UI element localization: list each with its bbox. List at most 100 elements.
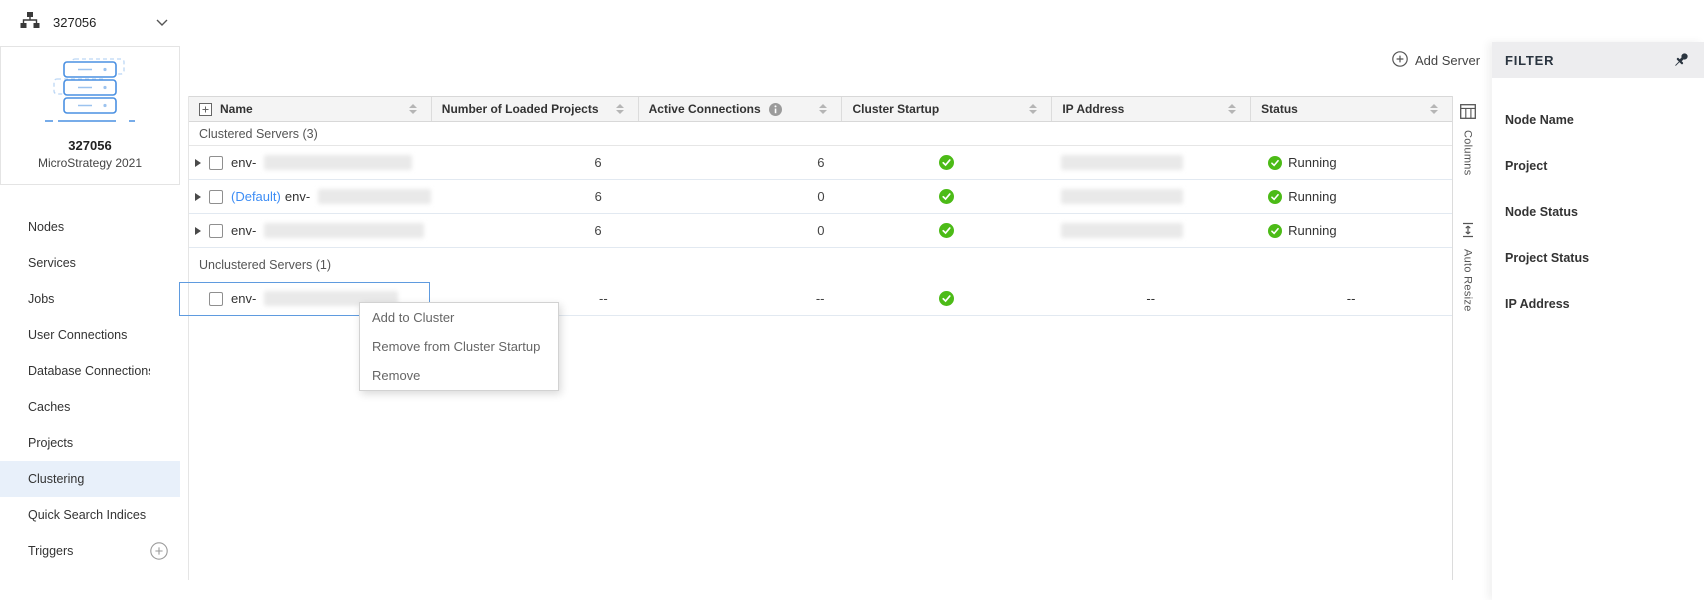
server-name-prefix: env-: [231, 155, 256, 170]
redacted-server-name: [264, 223, 424, 238]
cluster-startup-check-icon: [939, 291, 954, 306]
server-stack-icon: [41, 57, 139, 132]
filter-title: FILTER: [1505, 53, 1554, 68]
status-check-icon: [1268, 190, 1282, 204]
sidebar-item-projects[interactable]: Projects: [0, 425, 180, 461]
expand-all-icon[interactable]: [199, 103, 212, 116]
table-row[interactable]: (Default) env- 6 0 Running: [189, 180, 1452, 214]
loaded-projects-value: 6: [431, 214, 638, 247]
expand-caret-icon[interactable]: [195, 227, 201, 235]
cluster-startup-check-icon: [939, 223, 954, 238]
column-header-loaded-projects[interactable]: Number of Loaded Projects: [431, 97, 638, 121]
sidebar-item-clustering[interactable]: Clustering: [0, 461, 180, 497]
filter-field-node-status[interactable]: Node Status: [1492, 189, 1704, 235]
row-checkbox[interactable]: [209, 292, 223, 306]
add-trigger-button[interactable]: [150, 542, 168, 560]
chevron-down-icon[interactable]: [156, 19, 168, 26]
status-label: Running: [1288, 155, 1336, 170]
expand-caret-icon[interactable]: [195, 159, 201, 167]
status-check-icon: [1268, 156, 1282, 170]
cluster-startup-check-icon: [939, 189, 954, 204]
filter-field-node-name[interactable]: Node Name: [1492, 97, 1704, 143]
sidebar-item-quick-search-indices[interactable]: Quick Search Indices: [0, 497, 180, 533]
loaded-projects-value: 6: [431, 146, 638, 179]
filter-panel-header: FILTER: [1492, 42, 1704, 78]
plus-circle-icon: [1392, 51, 1408, 70]
redacted-server-name: [318, 189, 431, 204]
column-header-status[interactable]: Status: [1250, 97, 1452, 121]
table-row[interactable]: env- 6 0 Running: [189, 214, 1452, 248]
server-title: 327056: [68, 138, 111, 153]
environment-name: 327056: [53, 15, 96, 30]
sidebar-item-user-connections[interactable]: User Connections: [0, 317, 180, 353]
redacted-ip-address: [1061, 223, 1183, 238]
active-connections-value: --: [638, 282, 842, 315]
redacted-ip-address: [1061, 155, 1183, 170]
sort-icon[interactable]: [819, 104, 827, 114]
default-tag: (Default): [231, 189, 281, 204]
ip-address-value: --: [1051, 282, 1250, 315]
filter-field-ip-address[interactable]: IP Address: [1492, 281, 1704, 327]
table-side-toolbar: Columns Auto Resize: [1452, 96, 1482, 580]
sort-icon[interactable]: [409, 104, 417, 114]
sort-icon[interactable]: [616, 104, 624, 114]
filter-panel: FILTER Node Name Project Node Status Pro…: [1492, 42, 1704, 600]
status-label: --: [1250, 282, 1452, 315]
sidebar-item-services[interactable]: Services: [0, 245, 180, 281]
redacted-ip-address: [1061, 189, 1183, 204]
server-name-prefix: env-: [231, 223, 256, 238]
columns-icon: [1460, 104, 1476, 124]
loaded-projects-value: 6: [431, 180, 638, 213]
columns-button[interactable]: Columns: [1453, 104, 1482, 176]
cluster-startup-check-icon: [939, 155, 954, 170]
context-menu-item-remove[interactable]: Remove: [360, 361, 558, 390]
row-checkbox[interactable]: [209, 224, 223, 238]
group-row-unclustered-servers: Unclustered Servers (1): [189, 248, 1452, 282]
column-header-name[interactable]: Name: [189, 97, 431, 121]
column-header-active-connections[interactable]: Active Connections: [638, 97, 842, 121]
app-root: 327056 327056 MicroStrategy 2021 Nodes S…: [0, 0, 1704, 600]
redacted-server-name: [264, 155, 412, 170]
active-connections-value: 6: [638, 146, 842, 179]
sort-icon[interactable]: [1228, 104, 1236, 114]
expand-caret-icon[interactable]: [195, 193, 201, 201]
active-connections-value: 0: [638, 180, 842, 213]
auto-resize-button[interactable]: Auto Resize: [1453, 222, 1482, 312]
status-check-icon: [1268, 224, 1282, 238]
sidebar-item-triggers[interactable]: Triggers: [0, 533, 180, 569]
active-connections-value: 0: [638, 214, 842, 247]
table-header-row: Name Number of Loaded Projects Active Co…: [189, 96, 1452, 122]
server-version: MicroStrategy 2021: [38, 156, 142, 170]
sitemap-icon: [20, 11, 40, 34]
status-label: Running: [1288, 223, 1336, 238]
pin-icon[interactable]: [1672, 51, 1690, 69]
sort-icon[interactable]: [1430, 104, 1438, 114]
sidebar-item-caches[interactable]: Caches: [0, 389, 180, 425]
column-header-cluster-startup[interactable]: Cluster Startup: [841, 97, 1051, 121]
environment-selector[interactable]: 327056: [20, 12, 168, 32]
row-checkbox[interactable]: [209, 190, 223, 204]
filter-field-project-status[interactable]: Project Status: [1492, 235, 1704, 281]
sidebar-nav: Nodes Services Jobs User Connections Dat…: [0, 209, 180, 569]
group-row-clustered-servers: Clustered Servers (3): [189, 122, 1452, 146]
server-name-prefix: env-: [231, 291, 256, 306]
server-name-prefix: env-: [285, 189, 310, 204]
context-menu-item-remove-from-cluster-startup[interactable]: Remove from Cluster Startup: [360, 332, 558, 361]
add-server-button[interactable]: Add Server: [1392, 51, 1480, 70]
context-menu: Add to Cluster Remove from Cluster Start…: [359, 302, 559, 391]
info-icon[interactable]: [769, 103, 782, 116]
context-menu-item-add-to-cluster[interactable]: Add to Cluster: [360, 303, 558, 332]
table-row[interactable]: env- 6 6 Running: [189, 146, 1452, 180]
add-server-label: Add Server: [1415, 53, 1480, 68]
sort-icon[interactable]: [1029, 104, 1037, 114]
column-header-ip-address[interactable]: IP Address: [1051, 97, 1250, 121]
row-checkbox[interactable]: [209, 156, 223, 170]
sidebar-item-nodes[interactable]: Nodes: [0, 209, 180, 245]
status-label: Running: [1288, 189, 1336, 204]
sidebar-item-jobs[interactable]: Jobs: [0, 281, 180, 317]
filter-fields: Node Name Project Node Status Project St…: [1492, 78, 1704, 327]
server-info-card: 327056 MicroStrategy 2021: [0, 46, 180, 185]
auto-resize-icon: [1461, 222, 1475, 243]
sidebar-item-database-connections[interactable]: Database Connections: [0, 353, 180, 389]
filter-field-project[interactable]: Project: [1492, 143, 1704, 189]
